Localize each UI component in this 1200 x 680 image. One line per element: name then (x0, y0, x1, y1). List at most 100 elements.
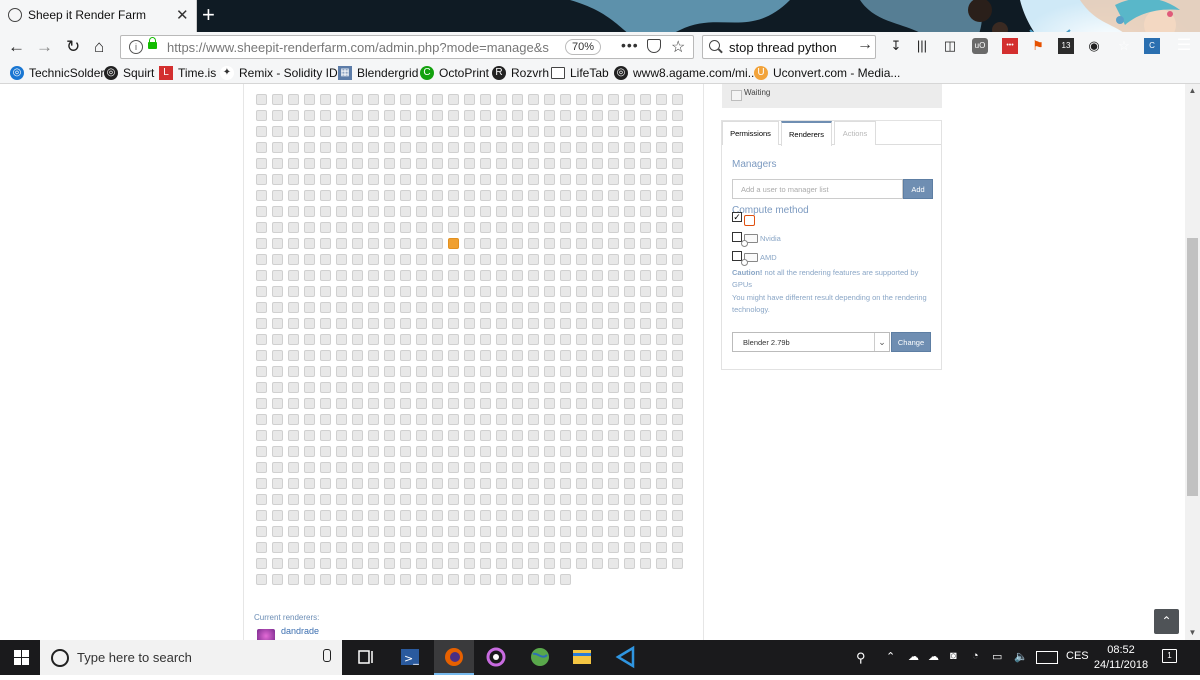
tab-actions[interactable]: Actions (834, 121, 876, 145)
frame-cell[interactable] (672, 382, 683, 393)
frame-cell[interactable] (624, 382, 635, 393)
frame-cell[interactable] (304, 174, 315, 185)
frame-cell[interactable] (304, 462, 315, 473)
frame-cell[interactable] (528, 254, 539, 265)
frame-cell[interactable] (592, 382, 603, 393)
frame-cell[interactable] (656, 542, 667, 553)
frame-cell[interactable] (544, 462, 555, 473)
frame-cell[interactable] (528, 270, 539, 281)
frame-cell[interactable] (384, 510, 395, 521)
back-icon[interactable]: ← (8, 36, 25, 58)
frame-cell[interactable] (512, 94, 523, 105)
frame-cell[interactable] (576, 526, 587, 537)
frame-cell[interactable] (368, 574, 379, 585)
frame-cell[interactable] (256, 478, 267, 489)
frame-cell[interactable] (528, 334, 539, 345)
frame-cell[interactable] (496, 526, 507, 537)
frame-cell[interactable] (576, 334, 587, 345)
battery-icon[interactable]: ▭ (992, 650, 1002, 663)
frame-cell[interactable] (432, 398, 443, 409)
frame-cell[interactable] (432, 174, 443, 185)
frame-cell[interactable] (560, 158, 571, 169)
frame-cell[interactable] (480, 414, 491, 425)
frame-cell[interactable] (576, 174, 587, 185)
frame-cell[interactable] (400, 430, 411, 441)
frame-cell[interactable] (368, 142, 379, 153)
frame-cell[interactable] (672, 206, 683, 217)
frame-cell[interactable] (528, 142, 539, 153)
frame-cell[interactable] (672, 350, 683, 361)
globe-app-icon[interactable] (520, 640, 560, 675)
frame-cell[interactable] (304, 270, 315, 281)
frame-cell[interactable] (592, 158, 603, 169)
frame-cell[interactable] (400, 126, 411, 137)
frame-cell[interactable] (592, 558, 603, 569)
frame-cell[interactable] (624, 94, 635, 105)
frame-cell[interactable] (368, 270, 379, 281)
frame-cell[interactable] (288, 94, 299, 105)
frame-cell[interactable] (416, 190, 427, 201)
frame-cell[interactable] (672, 110, 683, 121)
frame-cell[interactable] (528, 430, 539, 441)
frame-cell[interactable] (352, 574, 363, 585)
frame-cell[interactable] (304, 190, 315, 201)
frame-cell[interactable] (544, 558, 555, 569)
frame-cell[interactable] (320, 526, 331, 537)
frame-cell[interactable] (320, 174, 331, 185)
frame-cell[interactable] (304, 94, 315, 105)
frame-cell[interactable] (416, 510, 427, 521)
frame-cell[interactable] (416, 574, 427, 585)
frame-cell[interactable] (512, 366, 523, 377)
frame-cell[interactable] (432, 558, 443, 569)
frame-cell[interactable] (496, 510, 507, 521)
frame-cell[interactable] (432, 382, 443, 393)
frame-cell[interactable] (528, 94, 539, 105)
sync-app-icon[interactable] (476, 640, 516, 675)
frame-cell[interactable] (576, 318, 587, 329)
frame-cell[interactable] (512, 430, 523, 441)
frame-cell[interactable] (320, 270, 331, 281)
frame-cell[interactable] (336, 238, 347, 249)
frame-cell[interactable] (288, 334, 299, 345)
frame-cell[interactable] (672, 270, 683, 281)
frame-cell[interactable] (560, 478, 571, 489)
frame-cell[interactable] (496, 270, 507, 281)
frame-cell[interactable] (272, 238, 283, 249)
frame-cell[interactable] (448, 414, 459, 425)
frame-cell[interactable] (672, 286, 683, 297)
frame-cell[interactable] (448, 398, 459, 409)
frame-cell[interactable] (368, 254, 379, 265)
frame-cell[interactable] (576, 110, 587, 121)
bookmark-squirt[interactable]: ◎ Squirt (104, 65, 154, 81)
frame-cell[interactable] (544, 478, 555, 489)
frame-cell[interactable] (512, 334, 523, 345)
frame-cell[interactable] (272, 142, 283, 153)
frame-cell[interactable] (272, 494, 283, 505)
frame-cell[interactable] (416, 174, 427, 185)
frame-cell[interactable] (304, 478, 315, 489)
frame-cell[interactable] (384, 110, 395, 121)
site-info-icon[interactable]: i (129, 40, 143, 54)
frame-cell[interactable] (336, 494, 347, 505)
frame-cell[interactable] (496, 334, 507, 345)
frame-cell[interactable] (560, 574, 571, 585)
frame-cell[interactable] (400, 446, 411, 457)
people-icon[interactable]: ⚲ (856, 650, 866, 666)
vscode-icon[interactable] (606, 640, 646, 675)
frame-cell[interactable] (400, 510, 411, 521)
frame-cell[interactable] (304, 126, 315, 137)
frame-cell[interactable] (432, 238, 443, 249)
frame-cell[interactable] (496, 558, 507, 569)
frame-cell[interactable] (560, 222, 571, 233)
frame-cell[interactable] (352, 238, 363, 249)
frame-cell[interactable] (416, 446, 427, 457)
frame-cell[interactable] (336, 398, 347, 409)
frame-cell[interactable] (528, 126, 539, 137)
frame-cell[interactable] (544, 334, 555, 345)
frame-cell[interactable] (304, 414, 315, 425)
frame-cell[interactable] (432, 190, 443, 201)
frame-cell[interactable] (288, 222, 299, 233)
frame-cell[interactable] (416, 430, 427, 441)
frame-cell[interactable] (592, 126, 603, 137)
frame-cell[interactable] (496, 286, 507, 297)
